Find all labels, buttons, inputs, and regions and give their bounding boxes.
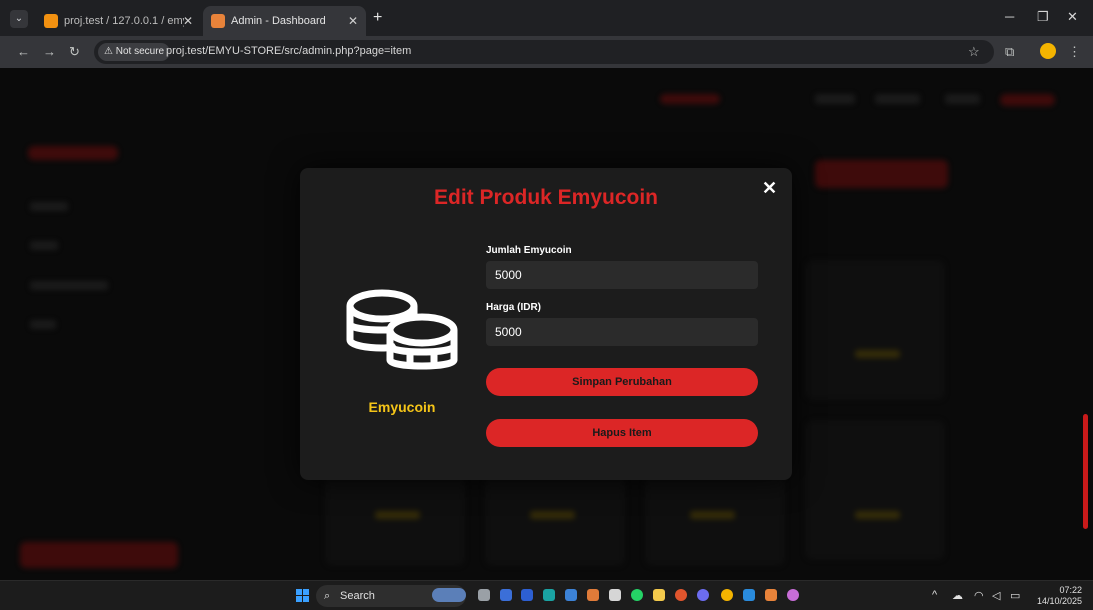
price-input[interactable]	[486, 318, 758, 346]
chevron-up-icon[interactable]: ^	[932, 589, 937, 601]
edit-product-modal: Edit Produk Emyucoin ✕ Emyucoin Jumlah E…	[300, 168, 792, 480]
volume-icon[interactable]: ◁	[992, 589, 1000, 602]
xampp-icon[interactable]	[765, 589, 777, 601]
content-placeholder	[375, 511, 420, 519]
app-icon[interactable]	[787, 589, 799, 601]
nav-placeholder	[875, 94, 920, 104]
amount-input[interactable]	[486, 261, 758, 289]
warning-icon: ⚠	[104, 46, 113, 57]
back-icon[interactable]: ←	[17, 44, 30, 59]
content-placeholder	[325, 476, 465, 566]
search-label: Search	[340, 590, 375, 602]
os-taskbar: ⌕ Search ^ ☁ ◠ ◁ ▭ 07:22 14/10/2025	[0, 580, 1093, 610]
content-placeholder	[645, 476, 785, 566]
vscode-icon[interactable]	[743, 589, 755, 601]
tab-close-icon[interactable]: ✕	[348, 6, 358, 36]
windows-start-icon[interactable]	[296, 589, 309, 602]
nav-placeholder	[1000, 94, 1055, 106]
product-name: Emyucoin	[368, 399, 436, 415]
tab-close-icon[interactable]: ✕	[183, 6, 193, 36]
clock-date: 14/10/2025	[1036, 596, 1082, 606]
browser-tab-strip: ⌄ proj.test / 127.0.0.1 / emyustore ✕ Ad…	[0, 0, 1093, 36]
address-bar[interactable]: ⚠ Not secure proj.test/EMYU-STORE/src/ad…	[94, 40, 994, 64]
forward-icon[interactable]: →	[43, 44, 56, 59]
save-changes-button[interactable]: Simpan Perubahan	[486, 368, 758, 396]
sidebar-placeholder	[30, 241, 58, 250]
content-placeholder	[855, 350, 900, 358]
app-icon[interactable]	[500, 589, 512, 601]
new-tab-button[interactable]: +	[373, 9, 382, 27]
app-icon[interactable]	[521, 589, 533, 601]
app-icon[interactable]	[587, 589, 599, 601]
tab-phpmyadmin[interactable]: proj.test / 127.0.0.1 / emyustore ✕	[36, 6, 201, 36]
content-placeholder	[485, 476, 625, 566]
sidebar-placeholder	[30, 320, 56, 329]
sidebar-placeholder	[28, 146, 118, 160]
nav-placeholder	[660, 94, 720, 104]
cloud-icon[interactable]: ☁	[952, 589, 963, 602]
app-icon[interactable]	[697, 589, 709, 601]
sidebar-placeholder	[30, 202, 68, 211]
nav-placeholder	[945, 94, 980, 104]
page-scrollbar-thumb[interactable]	[1083, 414, 1088, 529]
close-icon[interactable]: ✕	[762, 178, 777, 199]
app-icon[interactable]	[565, 589, 577, 601]
content-placeholder	[690, 511, 735, 519]
xampp-favicon-icon	[211, 14, 225, 28]
content-placeholder	[855, 511, 900, 519]
tab-title: proj.test / 127.0.0.1 / emyustore	[64, 15, 184, 27]
extensions-icon[interactable]: ⧉	[1005, 44, 1014, 60]
tab-admin-dashboard[interactable]: Admin - Dashboard ✕	[203, 6, 366, 36]
whatsapp-icon[interactable]	[631, 589, 643, 601]
close-window-icon[interactable]: ✕	[1067, 9, 1078, 25]
content-placeholder	[815, 160, 948, 188]
tab-title: Admin - Dashboard	[231, 15, 326, 27]
app-icon[interactable]	[675, 589, 687, 601]
system-clock[interactable]: 07:22 14/10/2025	[1030, 585, 1082, 607]
browser-toolbar: ← → ↻ ⚠ Not secure proj.test/EMYU-STORE/…	[0, 36, 1093, 68]
price-label: Harga (IDR)	[486, 302, 542, 313]
task-view-icon[interactable]	[478, 589, 490, 601]
app-icon[interactable]	[609, 589, 621, 601]
reload-icon[interactable]: ↻	[69, 44, 80, 60]
content-placeholder	[530, 511, 575, 519]
modal-title: Edit Produk Emyucoin	[433, 186, 659, 209]
tab-search-menu-button[interactable]: ⌄	[10, 10, 28, 28]
battery-icon[interactable]: ▭	[1010, 589, 1020, 602]
url-text[interactable]: proj.test/EMYU-STORE/src/admin.php?page=…	[166, 45, 411, 57]
sidebar-placeholder	[30, 281, 108, 290]
widget-icon[interactable]	[432, 588, 466, 602]
coins-icon	[344, 288, 460, 374]
phpmyadmin-favicon-icon	[44, 14, 58, 28]
search-icon: ⌕	[324, 590, 331, 602]
amount-label: Jumlah Emyucoin	[486, 245, 572, 256]
wifi-icon[interactable]: ◠	[974, 589, 984, 602]
file-explorer-icon[interactable]	[653, 589, 665, 601]
content-placeholder	[805, 420, 945, 560]
clock-time: 07:22	[1059, 585, 1082, 595]
minimize-icon[interactable]: ─	[1005, 9, 1014, 24]
edge-icon[interactable]	[543, 589, 555, 601]
security-label: Not secure	[115, 46, 165, 57]
content-placeholder	[805, 260, 945, 400]
security-chip[interactable]: ⚠ Not secure	[98, 43, 171, 61]
bookmark-star-icon[interactable]: ☆	[968, 44, 980, 60]
profile-avatar[interactable]	[1040, 43, 1056, 59]
delete-item-button[interactable]: Hapus Item	[486, 419, 758, 447]
sidebar-placeholder	[20, 542, 178, 568]
more-menu-icon[interactable]: ⋮	[1068, 44, 1081, 60]
chrome-icon[interactable]	[721, 589, 733, 601]
nav-placeholder	[815, 94, 855, 104]
restore-icon[interactable]: ❐	[1037, 9, 1049, 25]
